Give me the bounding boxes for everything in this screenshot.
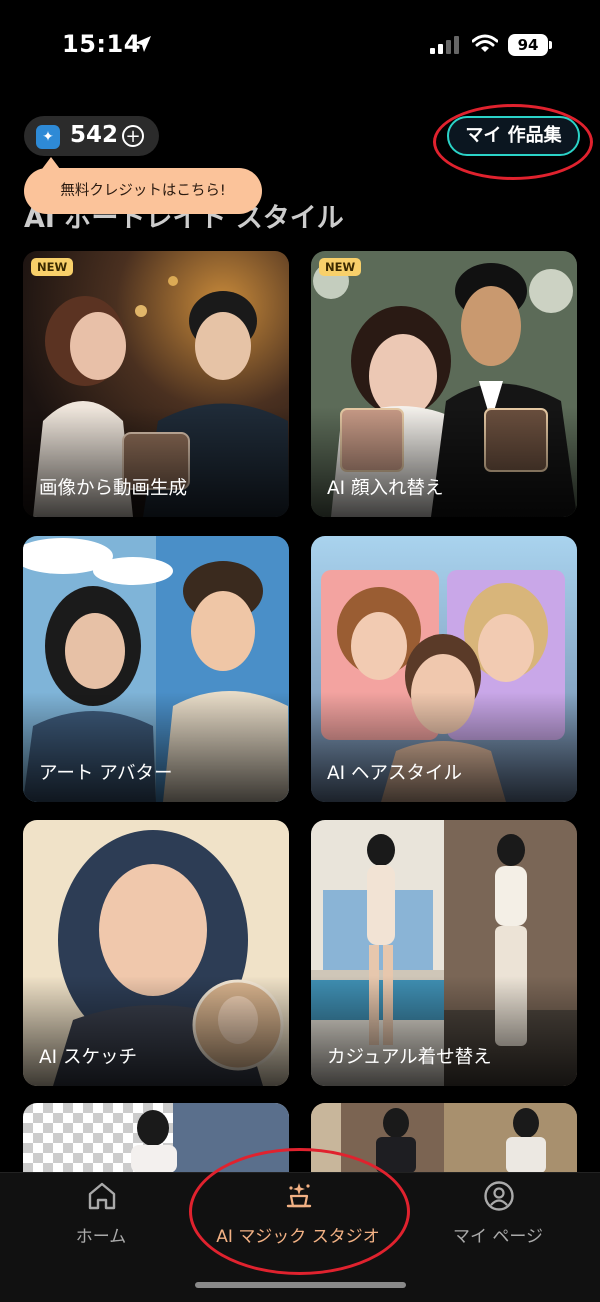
annotation-circle-nav — [189, 1148, 410, 1275]
card-label: AI ヘアスタイル — [327, 763, 462, 784]
card-shade — [23, 692, 289, 802]
card-casual-outfit[interactable]: カジュアル着せ替え — [311, 820, 577, 1086]
credit-gem-icon: ✦ — [36, 125, 60, 149]
new-badge: NEW — [31, 258, 74, 276]
cellular-signal-icon — [430, 36, 459, 54]
card-shade — [311, 692, 577, 802]
card-label: AI 顔入れ替え — [327, 478, 444, 499]
annotation-circle-my-works — [433, 104, 593, 180]
battery-indicator: 94 — [508, 34, 548, 56]
credits-pill[interactable]: ✦ 542 + — [24, 116, 159, 156]
card-label: アート アバター — [39, 763, 173, 784]
card-hairstyle[interactable]: AI ヘアスタイル — [311, 536, 577, 802]
nav-my-page[interactable]: マイ ページ — [403, 1180, 593, 1250]
card-shade — [311, 976, 577, 1086]
card-label: カジュアル着せ替え — [327, 1047, 492, 1068]
home-indicator — [195, 1282, 406, 1288]
free-credits-tooltip[interactable]: 無料クレジットはこちら! — [24, 168, 262, 214]
location-arrow-icon — [135, 36, 151, 52]
card-sketch[interactable]: AI スケッチ — [23, 820, 289, 1086]
card-face-swap[interactable]: NEW AI 顔入れ替え — [311, 251, 577, 517]
add-credits-icon[interactable]: + — [122, 125, 144, 147]
nav-label: ホーム — [75, 1227, 127, 1247]
home-icon — [88, 1182, 116, 1210]
card-label: AI スケッチ — [39, 1047, 137, 1068]
nav-label: マイ ページ — [452, 1227, 544, 1247]
new-badge: NEW — [319, 258, 362, 276]
battery-nub — [549, 41, 552, 49]
card-label: 画像から動画生成 — [39, 478, 188, 499]
card-art-avatar[interactable]: アート アバター — [23, 536, 289, 802]
profile-icon — [484, 1181, 514, 1211]
credit-count: 542 — [70, 122, 119, 148]
wifi-icon — [472, 34, 498, 52]
status-bar: 15:14 94 — [0, 0, 600, 90]
card-shade — [23, 407, 289, 517]
card-shade — [23, 976, 289, 1086]
card-image-to-video[interactable]: NEW 画像から動画生成 — [23, 251, 289, 517]
card-shade — [311, 407, 577, 517]
status-time: 15:14 — [62, 30, 141, 58]
nav-home[interactable]: ホーム — [6, 1180, 196, 1250]
